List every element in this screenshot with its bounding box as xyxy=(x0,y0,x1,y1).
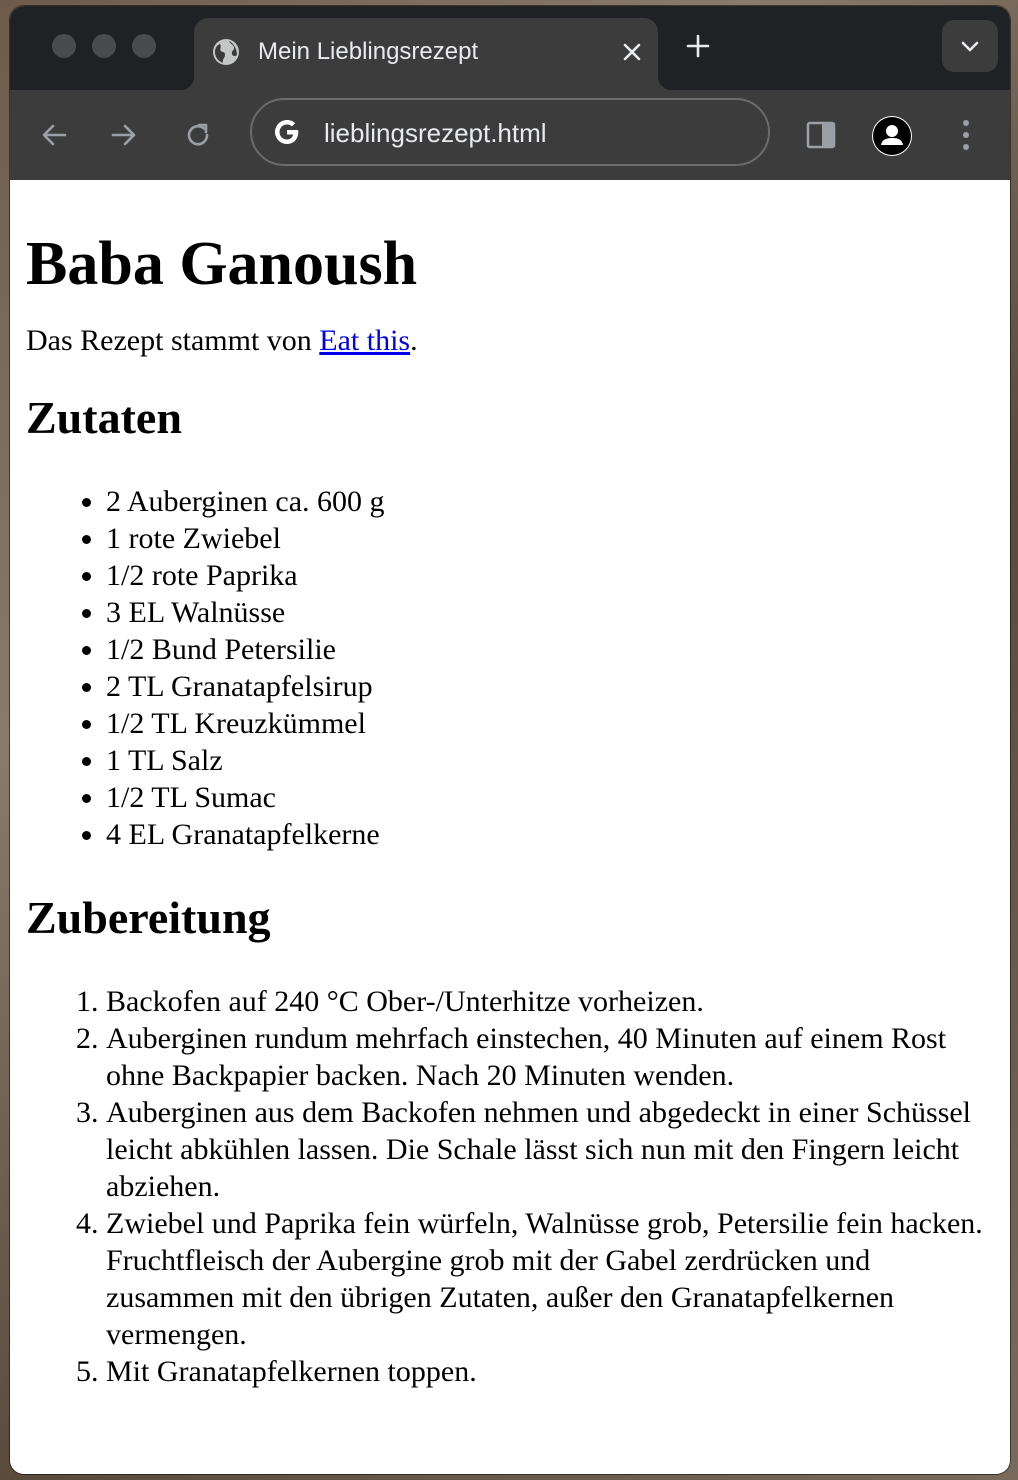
browser-tab[interactable]: Mein Lieblingsrezept xyxy=(180,18,672,90)
preparation-steps: Backofen auf 240 °C Ober-/Unterhitze vor… xyxy=(26,983,994,1390)
step-item: Zwiebel und Paprika fein würfeln, Walnüs… xyxy=(106,1205,994,1353)
new-tab-icon[interactable] xyxy=(686,34,710,58)
globe-icon xyxy=(212,38,240,66)
list-item: 3 EL Walnüsse xyxy=(106,594,994,631)
list-item: 1 TL Salz xyxy=(106,742,994,779)
page-title: Baba Ganoush xyxy=(26,230,418,298)
preparation-heading: Zubereitung xyxy=(26,892,271,943)
reload-icon[interactable] xyxy=(184,121,212,149)
step-item: Backofen auf 240 °C Ober-/Unterhitze vor… xyxy=(106,983,994,1020)
maximize-window-button[interactable] xyxy=(132,34,156,58)
ingredients-list: 2 Auberginen ca. 600 g 1 rote Zwiebel 1/… xyxy=(26,483,994,853)
list-item: 1/2 Bund Petersilie xyxy=(106,631,994,668)
list-item: 4 EL Granatapfelkerne xyxy=(106,816,994,853)
url-text: lieblingsrezept.html xyxy=(324,118,547,148)
list-item: 1/2 TL Kreuzkümmel xyxy=(106,705,994,742)
ingredients-heading: Zutaten xyxy=(26,392,182,443)
step-item: Auberginen aus dem Backofen nehmen und a… xyxy=(106,1094,994,1205)
page-content: Baba Ganoush Das Rezept stammt von Eat t… xyxy=(10,180,1010,1474)
minimize-window-button[interactable] xyxy=(92,34,116,58)
forward-arrow-icon[interactable] xyxy=(110,121,138,149)
address-bar[interactable]: lieblingsrezept.html xyxy=(250,98,770,166)
list-item: 1/2 TL Sumac xyxy=(106,779,994,816)
step-item: Auberginen rundum mehrfach einstechen, 4… xyxy=(106,1020,994,1094)
source-link[interactable]: Eat this xyxy=(319,324,410,357)
list-item: 2 Auberginen ca. 600 g xyxy=(106,483,994,520)
close-tab-icon[interactable] xyxy=(622,42,642,62)
back-arrow-icon[interactable] xyxy=(40,121,68,149)
step-item: Mit Granatapfelkernen toppen. xyxy=(106,1353,994,1390)
profile-avatar-icon[interactable] xyxy=(872,116,912,156)
more-options-icon[interactable] xyxy=(954,118,978,152)
source-suffix: . xyxy=(410,324,418,357)
close-window-button[interactable] xyxy=(52,34,76,58)
tab-title: Mein Lieblingsrezept xyxy=(258,38,479,65)
list-item: 1 rote Zwiebel xyxy=(106,520,994,557)
source-line: Das Rezept stammt von Eat this. xyxy=(26,322,994,359)
source-prefix: Das Rezept stammt von xyxy=(26,324,320,357)
browser-toolbar: lieblingsrezept.html xyxy=(10,90,1010,180)
list-item: 1/2 rote Paprika xyxy=(106,557,994,594)
chevron-down-icon xyxy=(961,41,979,52)
google-g-icon xyxy=(272,117,302,147)
side-panel-icon[interactable] xyxy=(806,120,836,150)
browser-window: Mein Lieblingsrezept lieblingsrezept.htm… xyxy=(10,6,1010,1474)
title-bar: Mein Lieblingsrezept xyxy=(10,6,1010,90)
tab-search-button[interactable] xyxy=(942,20,998,72)
list-item: 2 TL Granatapfelsirup xyxy=(106,668,994,705)
